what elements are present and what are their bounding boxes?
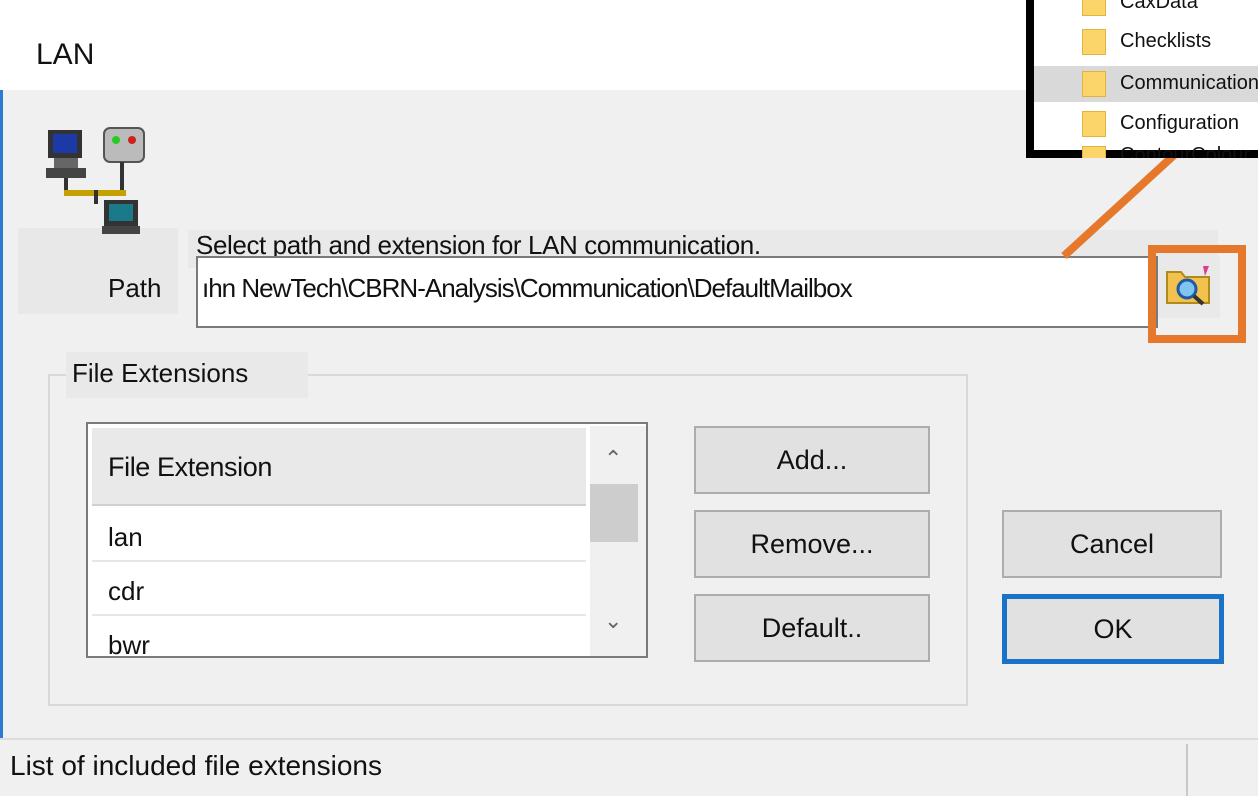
file-extensions-group-label: File Extensions bbox=[72, 358, 249, 388]
folder-icon bbox=[1082, 146, 1106, 158]
scroll-up-icon[interactable]: ⌃ bbox=[604, 446, 622, 472]
list-column-header-label: File Extension bbox=[108, 452, 272, 482]
cancel-button[interactable]: Cancel bbox=[1002, 510, 1222, 578]
highlight-box bbox=[1148, 245, 1246, 343]
status-text: List of included file extensions bbox=[10, 750, 382, 781]
scrollbar-thumb[interactable] bbox=[590, 484, 638, 542]
folder-name: ContourColour bbox=[1120, 144, 1251, 158]
network-computers-icon bbox=[46, 127, 145, 234]
status-bar-divider bbox=[1186, 744, 1188, 796]
scroll-down-icon[interactable]: ⌄ bbox=[604, 608, 622, 634]
folder-row[interactable]: Checklists bbox=[1034, 24, 1258, 60]
list-item-clip: bwr bbox=[92, 616, 586, 656]
folder-name: Checklists bbox=[1120, 30, 1212, 52]
list-item[interactable]: cdr bbox=[108, 576, 144, 607]
default-button[interactable]: Default.. bbox=[694, 594, 930, 662]
folder-name: Communication bbox=[1120, 72, 1258, 94]
folder-icon bbox=[1082, 71, 1106, 97]
folder-row[interactable]: Configuration bbox=[1034, 106, 1258, 142]
path-value[interactable]: ıhn NewTech\CBRN-Analysis\Communication\… bbox=[202, 273, 1152, 304]
row-divider bbox=[92, 560, 586, 562]
list-item[interactable]: lan bbox=[108, 522, 143, 553]
remove-button[interactable]: Remove... bbox=[694, 510, 930, 578]
add-button[interactable]: Add... bbox=[694, 426, 930, 494]
path-label: Path bbox=[108, 273, 162, 303]
ok-button[interactable]: OK bbox=[1002, 594, 1224, 664]
list-item[interactable]: bwr bbox=[108, 630, 150, 656]
folder-name: Configuration bbox=[1120, 112, 1239, 134]
folder-name: CaxData bbox=[1120, 0, 1198, 13]
folder-row-clip: ContourColour bbox=[1034, 142, 1258, 158]
folder-icon bbox=[1082, 111, 1106, 137]
folder-row-selected[interactable]: Communication bbox=[1034, 66, 1258, 102]
folder-icon bbox=[1082, 0, 1106, 16]
folder-icon bbox=[1082, 29, 1106, 55]
folder-row[interactable]: CaxData bbox=[1034, 0, 1258, 22]
window-title: LAN bbox=[36, 38, 95, 71]
